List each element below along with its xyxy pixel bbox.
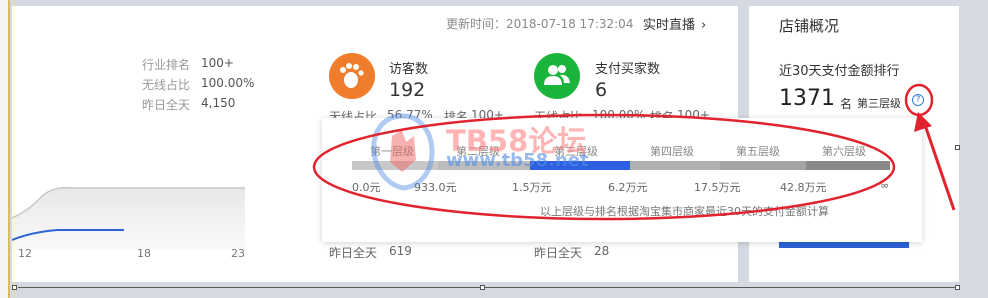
selection-bottom-line [18,287,960,288]
annotation-overlay [312,83,956,221]
resize-handle[interactable] [955,285,960,290]
annotation-ellipse [312,113,896,221]
resize-handle[interactable] [480,285,485,290]
resize-handle[interactable] [12,285,17,290]
annotation-circle [904,83,934,117]
resize-handle[interactable] [955,145,960,150]
annotation-arrow [922,121,956,211]
